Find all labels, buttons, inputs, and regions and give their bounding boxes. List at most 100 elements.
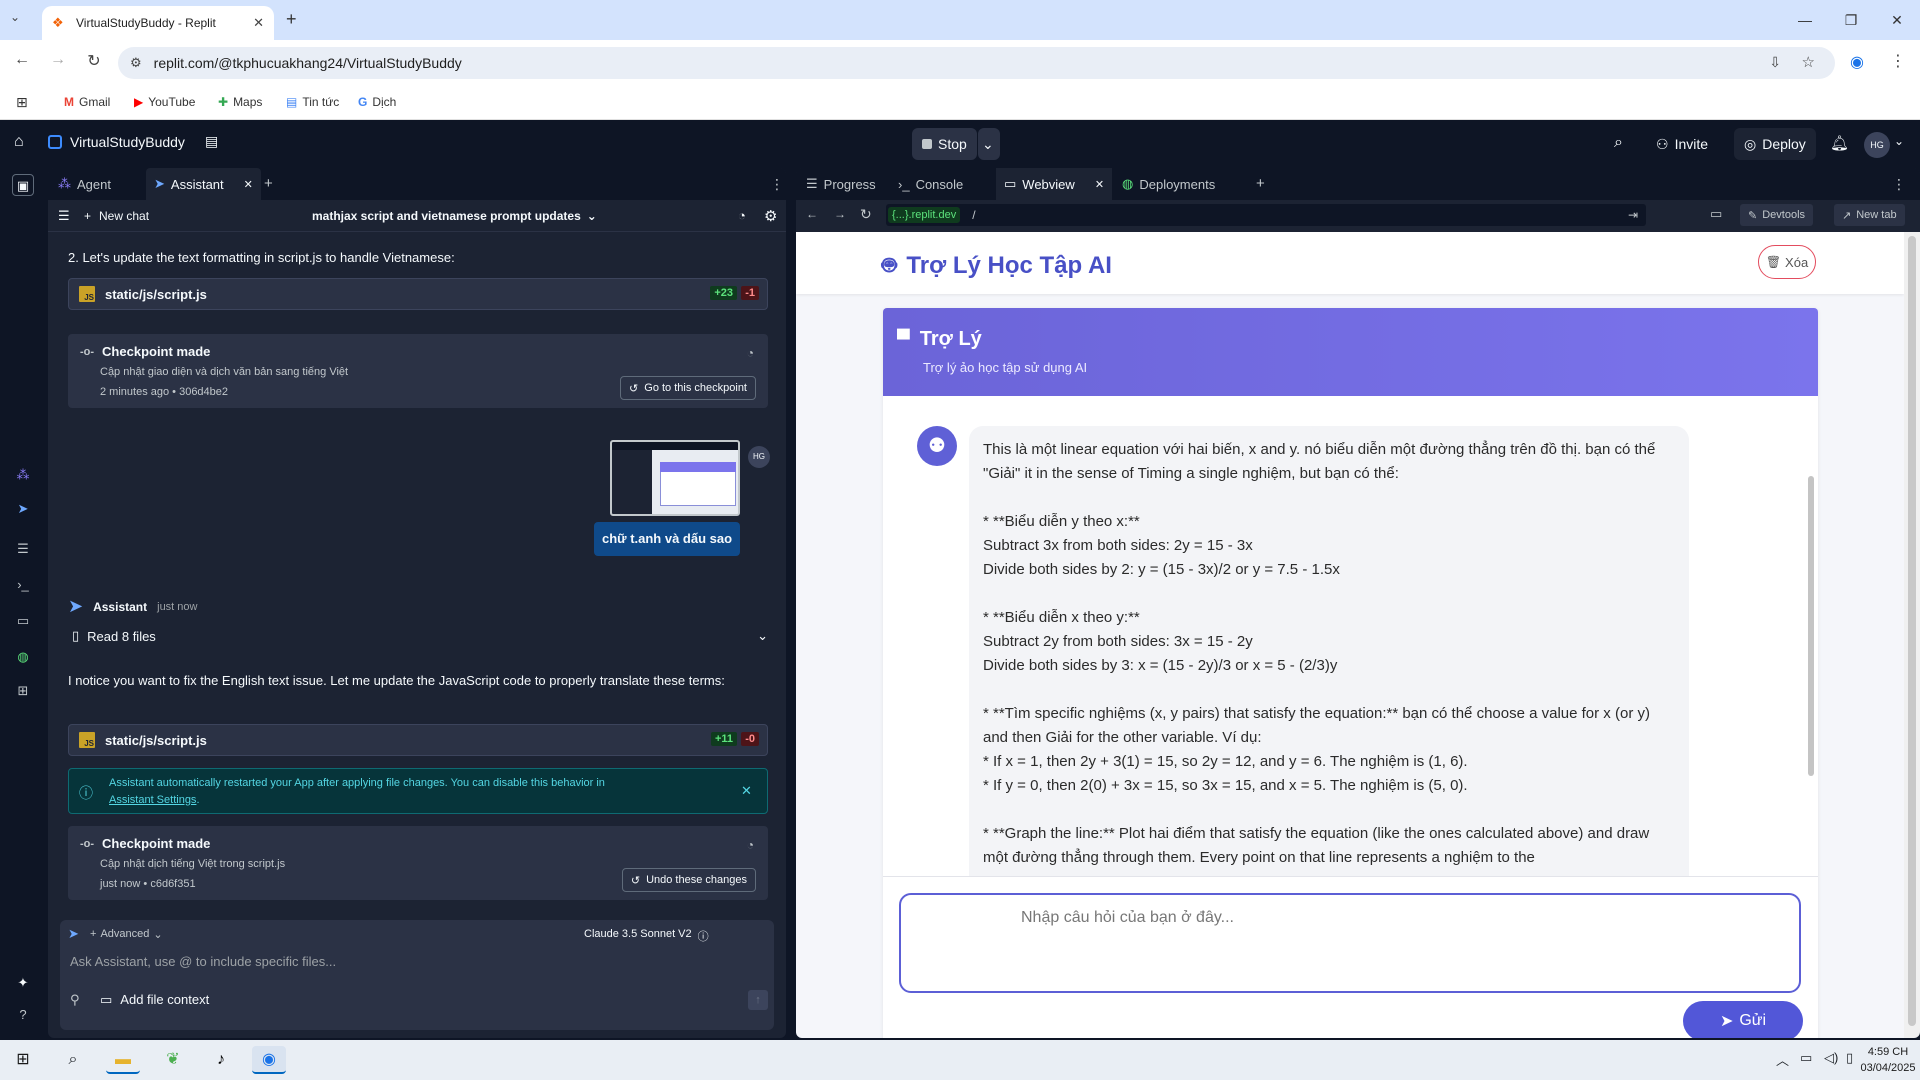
search-icon[interactable]: ⌕	[1614, 134, 1623, 152]
tray-chevron-icon[interactable]: ︿	[1776, 1050, 1789, 1069]
windows-start-icon[interactable]: ⊞	[6, 1046, 40, 1074]
devtools-button[interactable]: ✎ Devtools	[1740, 204, 1814, 226]
send-button[interactable]: ➤ Gửi	[1683, 1001, 1803, 1038]
home-icon[interactable]: ⌂	[14, 133, 24, 151]
invite-button[interactable]: ⚇ Invite	[1646, 128, 1718, 160]
taskbar-search-icon[interactable]: ⌕	[56, 1046, 90, 1074]
tab-progress[interactable]: ☰ Progress	[798, 168, 884, 200]
tiktok-icon[interactable]: ♪	[204, 1046, 238, 1074]
bookmark-maps[interactable]: ✚ Maps	[218, 95, 262, 109]
webview-icon[interactable]: ▭	[12, 610, 34, 632]
webview-reload-icon[interactable]: ↻	[860, 206, 872, 223]
restore-icon[interactable]: ❐	[1828, 8, 1874, 32]
message-scrollbar[interactable]	[1808, 476, 1814, 776]
thread-title-dropdown[interactable]: mathjax script and vietnamese prompt upd…	[312, 209, 597, 223]
minimize-icon[interactable]: —	[1782, 8, 1828, 32]
reload-icon[interactable]: ↻	[82, 51, 106, 71]
network-icon[interactable]: ▭	[1800, 1050, 1812, 1066]
clear-chat-button[interactable]: 🗑︎ Xóa	[1758, 245, 1816, 279]
new-tab-button[interactable]: +	[286, 9, 297, 30]
open-arrow-icon[interactable]: ⇥	[1628, 208, 1638, 222]
checkpoint-preview-icon[interactable]: ◔	[747, 838, 754, 852]
send-arrow-button[interactable]: ↑	[748, 990, 768, 1010]
bookmark-translate[interactable]: G Dịch	[358, 95, 396, 109]
tab-assistant[interactable]: ➤ Assistant ✕	[146, 168, 261, 200]
agent-icon[interactable]: ⁂	[12, 464, 34, 486]
advanced-dropdown[interactable]: + Advanced ⌄	[90, 928, 163, 941]
browser-tab-active[interactable]: ❖ VirtualStudyBuddy - Replit ✕	[42, 6, 274, 40]
device-preview-icon[interactable]: ▭	[1710, 206, 1722, 222]
webview-scrollbar[interactable]	[1904, 232, 1920, 1038]
attached-screenshot-thumbnail[interactable]	[610, 440, 740, 516]
app-leaf-icon[interactable]: ❦	[156, 1046, 190, 1074]
back-icon[interactable]: ←	[10, 51, 34, 69]
read-files-toggle[interactable]: ▯ Read 8 files ⌄	[72, 628, 768, 644]
tab-console[interactable]: ›_ Console	[890, 168, 971, 200]
add-tab-icon[interactable]: +	[1256, 175, 1265, 192]
stop-button[interactable]: Stop	[912, 128, 977, 160]
project-info-icon[interactable]: ▤	[205, 133, 218, 150]
file-change-chip[interactable]: JS static/js/script.js +11 -0	[68, 724, 768, 756]
panel-menu-icon[interactable]: ⋮	[770, 176, 784, 193]
sparkle-icon[interactable]: ✦	[12, 972, 34, 994]
bookmark-gmail[interactable]: M Gmail	[64, 95, 110, 109]
checkpoint-preview-icon[interactable]: ◔	[747, 346, 754, 360]
project-switcher[interactable]: VirtualStudyBuddy ▤	[48, 133, 218, 150]
close-tab-icon[interactable]: ✕	[244, 178, 253, 191]
new-tab-button[interactable]: ↗ New tab	[1834, 204, 1905, 226]
notifications-bell-icon[interactable]: 🔔︎	[1830, 134, 1849, 152]
assistant-settings-link[interactable]: Assistant Settings	[109, 794, 196, 806]
install-app-icon[interactable]: ⇩	[1769, 54, 1781, 71]
close-tab-icon[interactable]: ✕	[253, 15, 264, 31]
webview-forward-icon[interactable]: →	[834, 207, 846, 221]
close-window-icon[interactable]: ✕	[1874, 8, 1920, 32]
battery-icon[interactable]: ▯	[1846, 1050, 1853, 1066]
all-tools-icon[interactable]: ⊞	[12, 680, 34, 702]
panel-menu-icon[interactable]: ⋮	[1892, 176, 1906, 193]
settings-gear-icon[interactable]: ⚙	[764, 207, 777, 225]
file-tree-icon[interactable]: ▣	[12, 174, 34, 196]
tab-search-icon[interactable]: ⌄	[10, 10, 20, 24]
run-options-dropdown[interactable]: ⌄	[978, 128, 1000, 160]
volume-icon[interactable]: ◁)	[1824, 1050, 1838, 1066]
apps-grid-icon[interactable]: ⊞	[16, 94, 28, 111]
forward-icon[interactable]: →	[46, 51, 70, 69]
close-notice-icon[interactable]: ✕	[741, 783, 752, 799]
tab-webview[interactable]: ▭ Webview ✕	[996, 168, 1113, 200]
file-change-chip[interactable]: JS static/js/script.js +23 -1	[68, 278, 768, 310]
clock[interactable]: 4:59 CH 03/04/2025	[1858, 1044, 1918, 1076]
chat-history-icon[interactable]: ☰	[58, 208, 70, 224]
undo-changes-button[interactable]: ↺ Undo these changes	[621, 868, 756, 892]
add-tab-icon[interactable]: +	[264, 175, 273, 192]
add-file-context-button[interactable]: ▭ Add file context	[100, 992, 209, 1008]
question-textarea[interactable]: Nhập câu hỏi của bạn ở đây...	[899, 893, 1801, 993]
bookmark-star-icon[interactable]: ☆	[1802, 53, 1815, 71]
site-info-icon[interactable]: ⚙	[130, 55, 142, 71]
assistant-input[interactable]: Ask Assistant, use @ to include specific…	[70, 954, 760, 969]
user-avatar[interactable]: HG	[1864, 132, 1890, 158]
deploy-button[interactable]: ◎ Deploy	[1734, 128, 1816, 160]
profile-icon[interactable]: ◉	[1850, 52, 1864, 72]
bookmark-news[interactable]: ▤ Tin tức	[286, 95, 339, 109]
avatar-chevron-icon[interactable]: ⌄	[1894, 134, 1904, 148]
address-bar[interactable]: ⚙ replit.com/@tkphucuakhang24/VirtualStu…	[118, 47, 1835, 79]
progress-icon[interactable]: ☰	[12, 538, 34, 560]
assistant-icon[interactable]: ➤	[12, 498, 34, 520]
tab-agent[interactable]: ⁂ Agent	[50, 168, 119, 200]
console-icon[interactable]: ›_	[12, 574, 34, 596]
bookmark-youtube[interactable]: ▶ YouTube	[134, 95, 195, 109]
go-to-checkpoint-button[interactable]: ↺ Go to this checkpoint	[620, 376, 756, 400]
chrome-icon[interactable]: ◉	[252, 1046, 286, 1074]
tab-deployments[interactable]: ◍ Deployments	[1114, 168, 1223, 200]
chrome-menu-icon[interactable]: ⋮	[1890, 51, 1906, 71]
new-chat-button[interactable]: + New chat	[84, 209, 149, 223]
close-tab-icon[interactable]: ✕	[1095, 178, 1104, 191]
file-explorer-icon[interactable]: ▬	[106, 1046, 140, 1074]
webview-url-field[interactable]: {...}.replit.dev / ⇥	[886, 204, 1646, 226]
webview-back-icon[interactable]: ←	[806, 207, 818, 221]
deployments-icon[interactable]: ◍	[12, 646, 34, 668]
help-icon[interactable]: ?	[12, 1004, 34, 1026]
model-selector[interactable]: Claude 3.5 Sonnet V2 ⓘ	[584, 928, 709, 944]
attach-paperclip-icon[interactable]: ⚲	[70, 992, 80, 1008]
speed-icon[interactable]: ◔	[738, 208, 746, 223]
